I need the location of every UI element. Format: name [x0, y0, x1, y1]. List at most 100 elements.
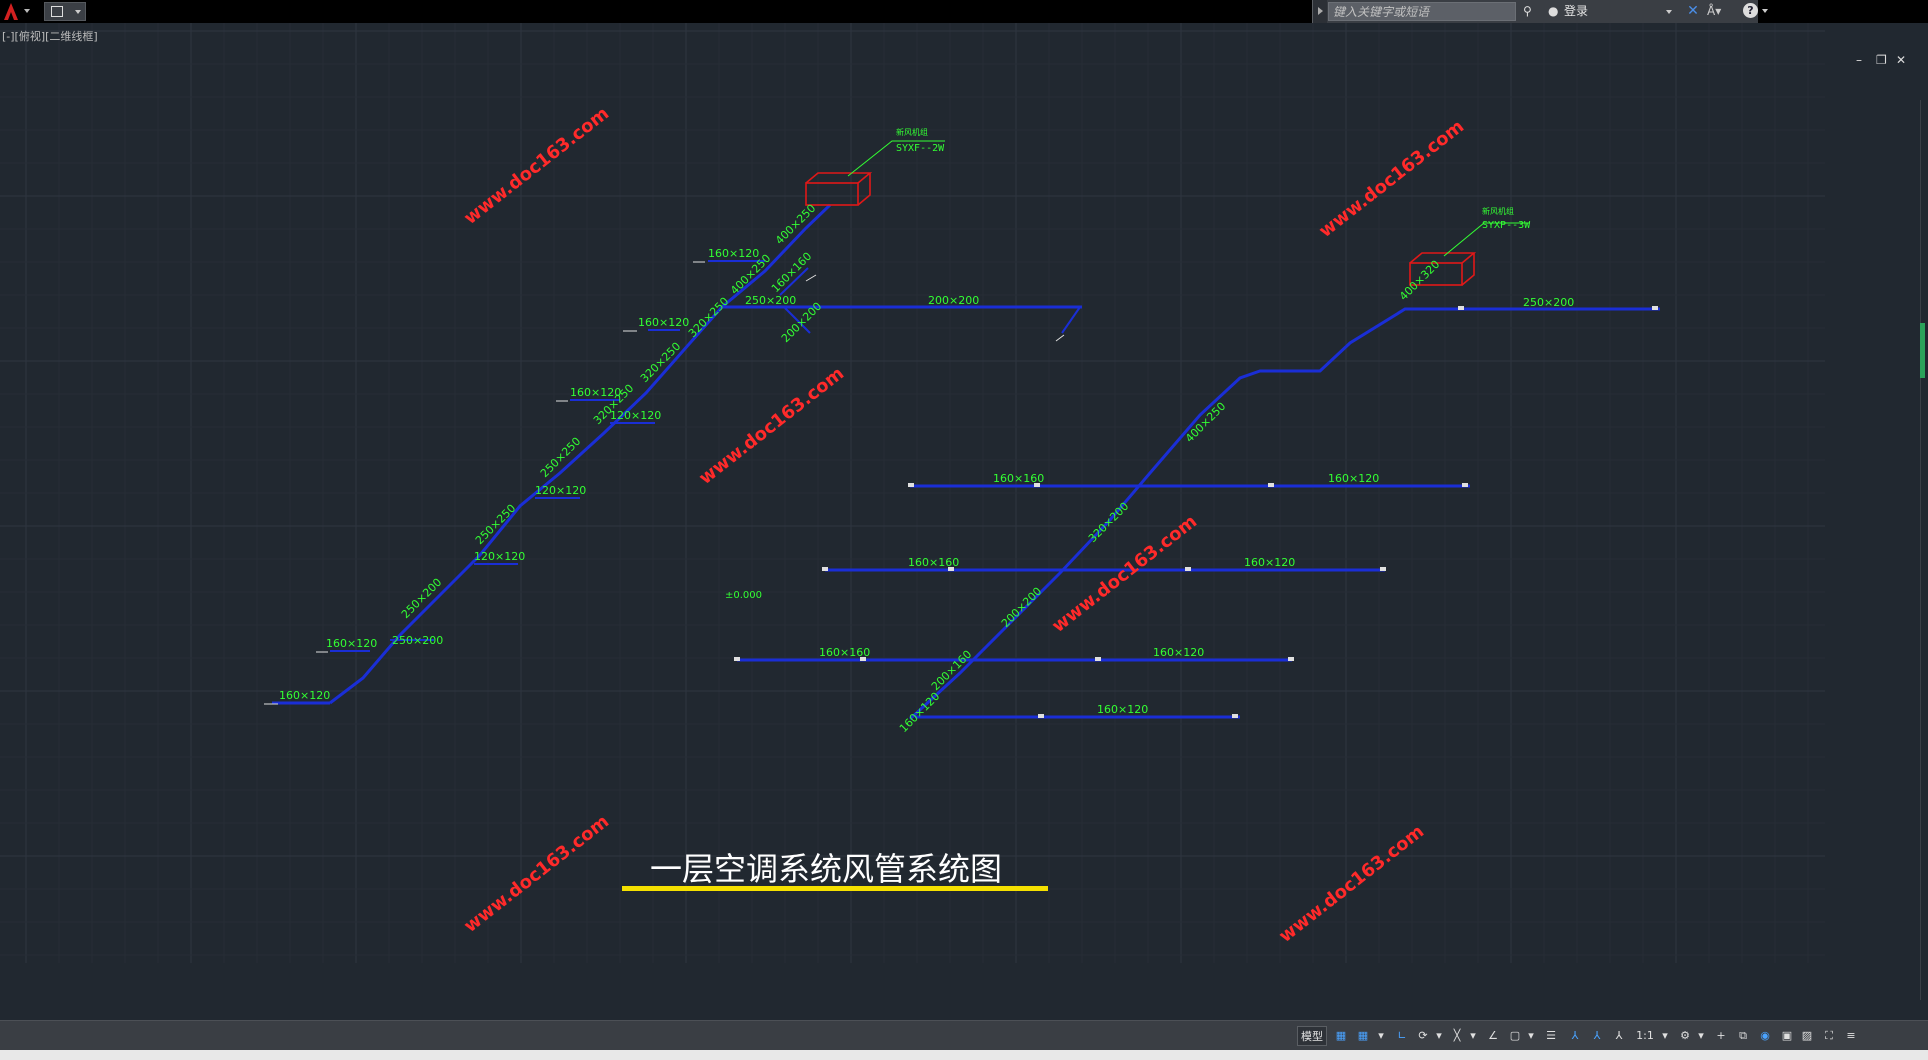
grid [0, 23, 1825, 963]
drawing-canvas[interactable]: 新风机组 SYXF--2W 400×250 400×250 320×250 32… [0, 23, 1928, 963]
size-label: 250×200 [1523, 296, 1574, 309]
close-icon[interactable]: ✕ [1896, 53, 1906, 67]
isolate-objects-icon[interactable]: ◉ [1755, 1026, 1775, 1046]
search-toggle-button[interactable] [1313, 0, 1327, 23]
size-label: 160×120 [279, 689, 330, 702]
isodraft-icon[interactable]: ╳ [1447, 1026, 1467, 1046]
document-icon [51, 6, 63, 17]
size-label: 160×120 [1097, 703, 1148, 716]
gear-icon[interactable]: ⚙ [1675, 1026, 1695, 1046]
size-label: 120×120 [535, 484, 586, 497]
polar-icon[interactable]: ⟳ [1413, 1026, 1433, 1046]
left-unit-label: 新风机组 [896, 127, 928, 137]
chevron-down-icon [1666, 10, 1672, 14]
size-label: 250×250 [473, 502, 518, 547]
watermark-text: www.doc163.com [695, 363, 848, 489]
size-label: 120×120 [474, 550, 525, 563]
workspace-icon[interactable]: ⧉ [1733, 1026, 1753, 1046]
drawing-window-controls: – ❐ ✕ [1856, 53, 1916, 69]
elevation-marker: ±0.000 [725, 590, 762, 601]
minimize-icon[interactable]: – [1856, 53, 1862, 67]
lineweight-icon[interactable]: ☰ [1541, 1026, 1561, 1046]
a360-button[interactable]: Å▾ [1707, 3, 1733, 20]
scale-dropdown[interactable]: 1:1 [1631, 1026, 1659, 1046]
title-bar: ⚲ ● 登录 ✕ Å▾ ? [0, 0, 1928, 23]
right-main-size-labels: 400×320 400×250 320×200 200×200 200×160 … [897, 258, 1442, 735]
infocenter: ⚲ ● 登录 ✕ Å▾ ? [1312, 0, 1768, 23]
autocad-logo-icon [4, 3, 30, 20]
chevron-down-icon[interactable]: ▾ [1433, 1026, 1445, 1046]
viewport-controls-label[interactable]: [-][俯视][二维线框] [2, 28, 98, 44]
login-label: 登录 [1564, 4, 1589, 18]
hardware-acceleration-icon[interactable]: ▣ [1777, 1026, 1797, 1046]
login-button[interactable]: ● 登录 [1542, 0, 1680, 23]
restore-icon[interactable]: ❐ [1876, 53, 1887, 67]
size-label: 200×200 [928, 294, 979, 307]
watermarks: www.doc163.com www.doc163.com www.doc163… [460, 103, 1468, 947]
size-label: 160×120 [638, 316, 689, 329]
size-label: 250×200 [745, 294, 796, 307]
clean-screen-icon[interactable]: ▨ [1797, 1026, 1817, 1046]
annotation-scale-icon[interactable]: ⅄ [1565, 1026, 1585, 1046]
search-input[interactable] [1328, 2, 1516, 21]
model-space-button[interactable]: 模型 [1297, 1026, 1327, 1046]
left-branch-size-labels: 160×120 160×160 250×200 200×200 200×200 … [279, 247, 979, 702]
snap-toggle-icon[interactable]: ▦ [1353, 1026, 1373, 1046]
exchange-icon: ✕ [1687, 3, 1699, 19]
watermark-text: www.doc163.com [1275, 821, 1428, 947]
side-tab-indicator[interactable] [1920, 323, 1925, 378]
quick-access-toolbar[interactable] [44, 2, 86, 21]
size-label: 400×320 [1397, 258, 1442, 303]
size-label: 250×200 [392, 634, 443, 647]
fullscreen-icon[interactable]: ⛶ [1819, 1026, 1839, 1046]
drawing-title: 一层空调系统风管系统图 [650, 850, 1002, 888]
exchange-apps-button[interactable]: ✕ [1684, 3, 1702, 20]
watermark-text: www.doc163.com [460, 811, 613, 937]
chevron-down-icon[interactable]: ▾ [1695, 1026, 1707, 1046]
size-label: 160×120 [1153, 646, 1204, 659]
a360-icon: Å▾ [1707, 4, 1722, 18]
user-icon: ● [1548, 4, 1559, 18]
size-label: 320×200 [1086, 500, 1131, 545]
chevron-down-icon[interactable]: ▾ [1467, 1026, 1479, 1046]
left-unit-code: SYXF--2W [896, 143, 945, 154]
object-snap-tracking-icon[interactable]: ∠ [1483, 1026, 1503, 1046]
annotation-visibility-icon[interactable]: ⅄ [1587, 1026, 1607, 1046]
chevron-down-icon [1762, 9, 1768, 13]
right-unit-code: SYXP--3W [1482, 220, 1531, 231]
watermark-text: www.doc163.com [1048, 511, 1201, 637]
ortho-icon[interactable]: ∟ [1393, 1026, 1411, 1046]
size-label: 160×120 [1328, 472, 1379, 485]
left-main-duct [272, 203, 1082, 705]
size-label: 160×120 [708, 247, 759, 260]
size-label: 400×250 [1183, 400, 1228, 445]
grid-toggle-icon[interactable]: ▦ [1331, 1026, 1351, 1046]
help-icon: ? [1743, 3, 1758, 18]
size-label: 320×250 [686, 295, 731, 340]
chevron-down-icon [75, 10, 81, 14]
customization-menu-icon[interactable]: ≡ [1841, 1026, 1861, 1046]
size-label: 120×120 [610, 409, 661, 422]
binoculars-icon[interactable]: ⚲ [1523, 4, 1532, 18]
status-bar: 模型 ▦ ▦ ▾ ∟ ⟳ ▾ ╳ ▾ ∠ ▢ ▾ ☰ ⅄ ⅄ ⅄ 1:1 ▾ ⚙… [0, 1020, 1928, 1051]
chevron-down-icon[interactable]: ▾ [1375, 1026, 1387, 1046]
object-snap-icon[interactable]: ▢ [1505, 1026, 1525, 1046]
chevron-down-icon[interactable]: ▾ [1525, 1026, 1537, 1046]
size-label: 160×120 [897, 690, 942, 735]
size-label: 160×120 [326, 637, 377, 650]
watermark-text: www.doc163.com [460, 103, 613, 229]
taskbar-strip [0, 1050, 1928, 1060]
size-label: 200×160 [929, 648, 974, 693]
auto-scale-icon[interactable]: ⅄ [1609, 1026, 1629, 1046]
drawing-viewport[interactable]: 新风机组 SYXF--2W 400×250 400×250 320×250 32… [0, 23, 1928, 963]
help-button[interactable]: ? [1743, 3, 1773, 20]
right-unit-label: 新风机组 [1482, 206, 1514, 216]
left-main-size-labels: 400×250 400×250 320×250 320×250 320×250 … [399, 202, 818, 621]
side-panel-edge [1920, 100, 1928, 1000]
size-label: 160×120 [1244, 556, 1295, 569]
plus-icon[interactable]: + [1711, 1026, 1731, 1046]
application-menu-button[interactable] [0, 0, 40, 23]
left-ahu-unit [805, 172, 873, 206]
chevron-down-icon[interactable]: ▾ [1659, 1026, 1671, 1046]
size-label: 160×120 [570, 386, 621, 399]
